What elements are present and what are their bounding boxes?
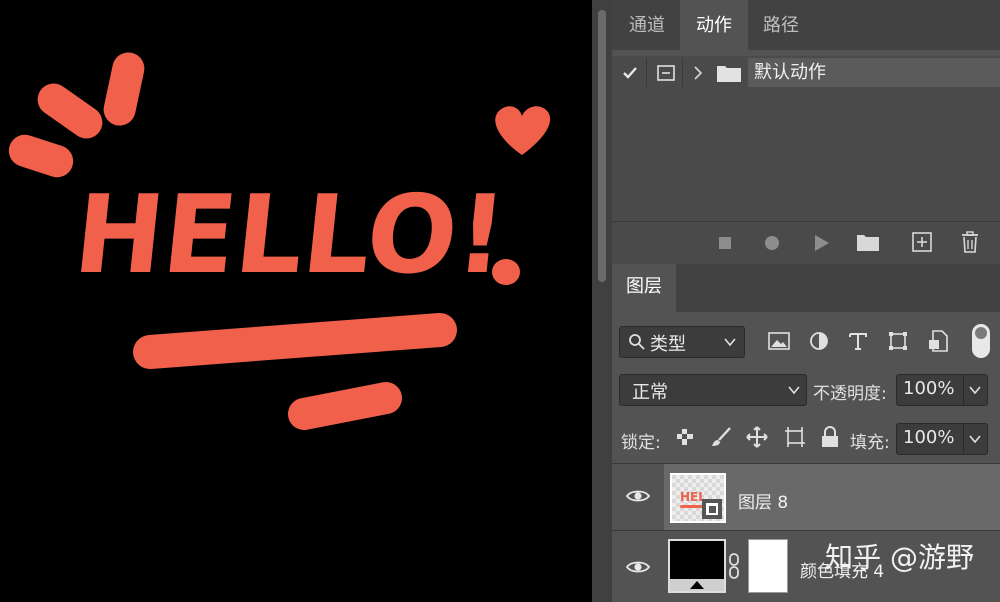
lock-image-pixels-brush-icon[interactable] [710, 426, 732, 448]
divider [682, 58, 683, 87]
hello-artwork: HELLO! [8, 52, 551, 430]
divider [963, 375, 964, 405]
shape-filter-icon[interactable] [888, 331, 908, 351]
record-icon[interactable] [764, 235, 780, 251]
eye-visibility-icon[interactable] [626, 488, 650, 504]
layer-thumbnail: HEL [670, 473, 726, 523]
new-set-folder-icon[interactable] [856, 232, 880, 252]
fill-label: 填充: [850, 433, 890, 453]
zhihu-watermark: 知乎 @游野 [825, 541, 974, 574]
heart-shape [495, 106, 551, 155]
tab-paths[interactable]: 路径 [748, 0, 814, 50]
layer-row[interactable]: HEL 图层 8 [612, 464, 1000, 530]
adjustment-filter-icon[interactable] [809, 331, 829, 351]
type-filter-icon[interactable] [848, 331, 868, 351]
lock-transparent-pixels-icon[interactable] [676, 428, 694, 446]
right-panel-dock: 通道 动作 路径 默认动作 图层 类型 正常 不透明度: 100% 锁定: 填充… [612, 0, 1000, 602]
fill-field[interactable]: 100% [896, 423, 988, 455]
triangle-marker-icon [690, 581, 704, 589]
stop-icon[interactable] [718, 236, 732, 250]
image-filter-icon[interactable] [768, 332, 790, 350]
new-action-icon[interactable] [912, 232, 932, 252]
lock-artboard-icon[interactable] [784, 426, 806, 448]
lock-label: 锁定: [621, 433, 661, 453]
burst-stroke [37, 83, 103, 139]
mask-link-chain-icon[interactable] [728, 553, 740, 579]
layer-thumbnail-art: HEL [672, 475, 724, 521]
eye-visibility-icon[interactable] [626, 559, 650, 575]
divider [963, 424, 964, 454]
divider [646, 58, 647, 87]
layer-filter-value: 类型 [650, 334, 686, 355]
delete-icon[interactable] [960, 231, 980, 253]
toggle-item-checkmark-icon[interactable] [620, 63, 640, 83]
filter-toggle-switch[interactable] [972, 324, 990, 358]
chevron-right-icon[interactable] [690, 64, 706, 82]
filter-toggle-knob [975, 327, 987, 339]
burst-stroke [8, 134, 74, 178]
hello-text: HELLO! [69, 171, 512, 298]
opacity-value: 100% [903, 378, 955, 399]
fill-value: 100% [903, 427, 955, 448]
actions-list-area [612, 89, 1000, 221]
actions-panel-tabbar: 通道 动作 路径 [612, 0, 1000, 50]
chevron-down-icon[interactable] [969, 385, 981, 395]
action-set-row[interactable]: 默认动作 [612, 56, 1000, 89]
opacity-field[interactable]: 100% [896, 374, 988, 406]
underline-stroke [133, 313, 457, 369]
layer-filter-select[interactable]: 类型 [619, 326, 745, 358]
tab-layers[interactable]: 图层 [612, 264, 676, 312]
dialog-toggle-icon[interactable] [656, 63, 676, 83]
layer-mask-thumbnail[interactable] [748, 539, 788, 593]
canvas-scrollbar-thumb[interactable] [598, 10, 606, 282]
lock-all-padlock-icon[interactable] [820, 426, 840, 448]
layers-panel-tabbar: 图层 [612, 264, 1000, 312]
chevron-down-icon[interactable] [969, 434, 981, 444]
blend-mode-select[interactable]: 正常 [619, 374, 807, 406]
tab-channels[interactable]: 通道 [614, 0, 680, 50]
blend-mode-value: 正常 [632, 382, 668, 403]
action-set-name: 默认动作 [754, 62, 826, 83]
document-canvas[interactable]: HELLO! [0, 0, 592, 602]
tab-actions[interactable]: 动作 [680, 0, 748, 50]
chevron-down-icon [724, 338, 736, 347]
actions-toolbar [612, 221, 1000, 264]
opacity-label: 不透明度: [813, 384, 887, 404]
layer-name[interactable]: 图层 8 [738, 488, 788, 513]
play-icon[interactable] [814, 234, 830, 252]
folder-icon [717, 66, 741, 82]
smart-object-filter-icon[interactable] [928, 330, 948, 352]
chevron-down-icon [788, 386, 800, 395]
underline-stroke [288, 382, 402, 430]
color-fill-thumbnail [668, 539, 726, 593]
search-icon [629, 334, 645, 350]
lock-position-move-icon[interactable] [746, 426, 768, 448]
burst-stroke [103, 52, 145, 126]
